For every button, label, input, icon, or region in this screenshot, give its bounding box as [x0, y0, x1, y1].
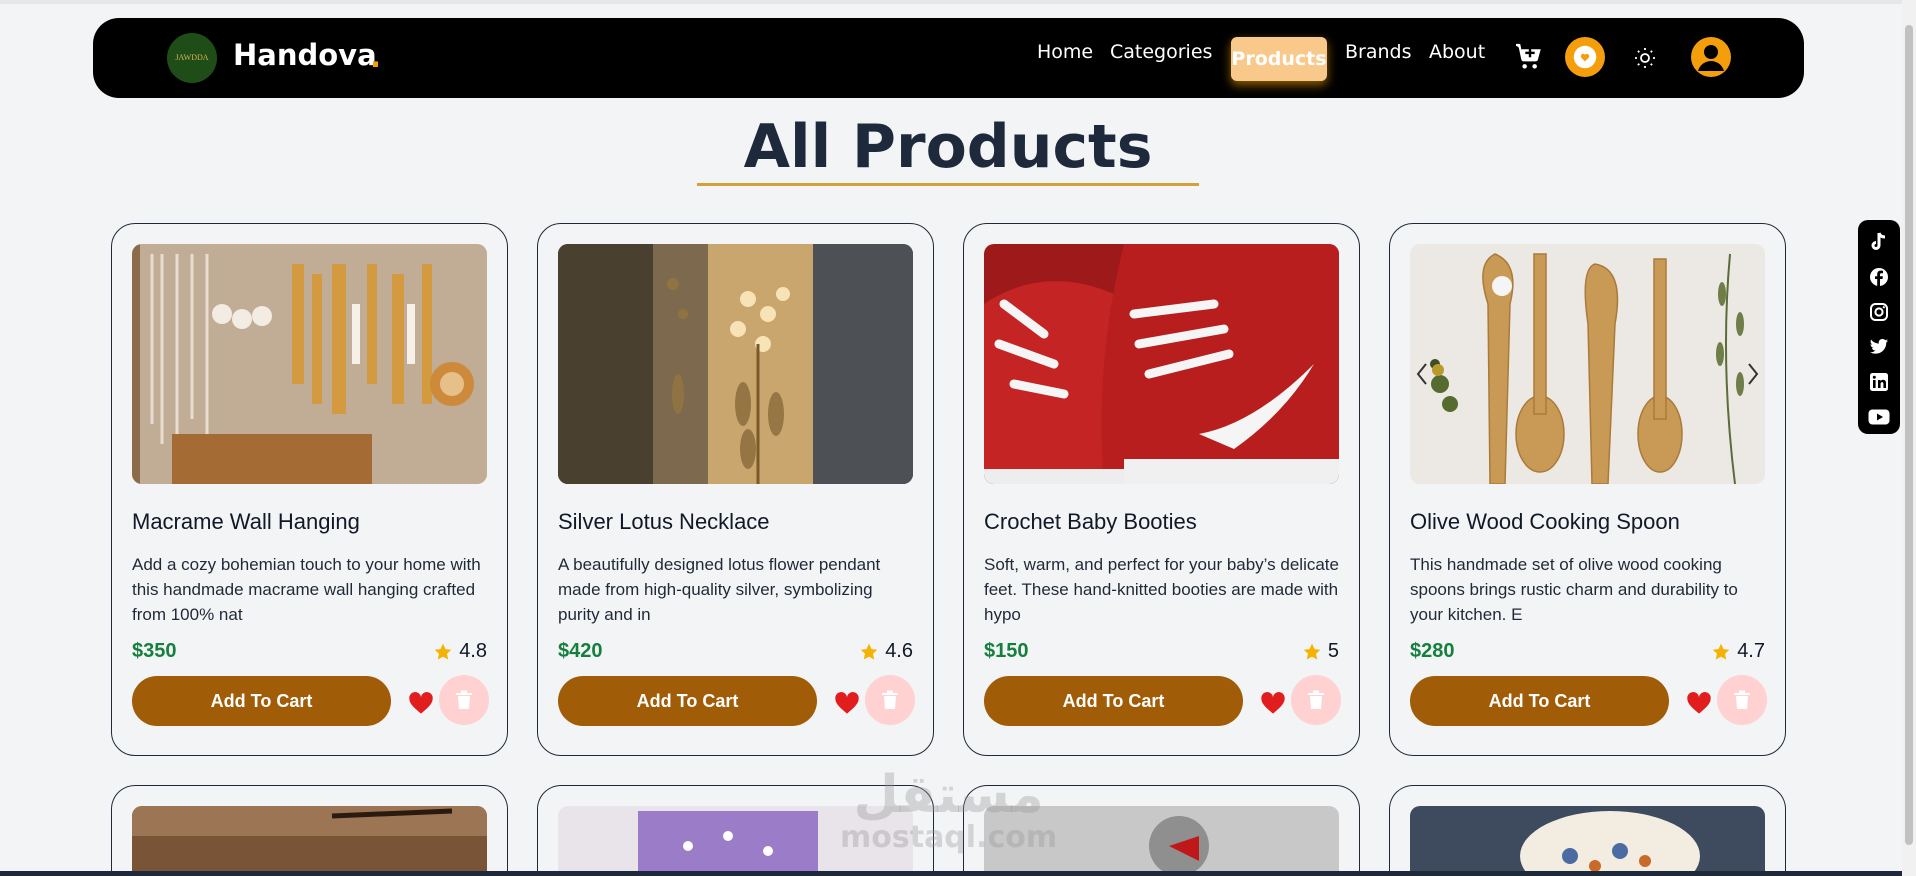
- product-description: This handmade set of olive wood cooking …: [1410, 555, 1738, 624]
- product-image[interactable]: [558, 244, 913, 484]
- product-price: $150: [984, 640, 1029, 662]
- rating-value: 4.8: [459, 640, 487, 662]
- product-description: Soft, warm, and perfect for your baby’s …: [984, 555, 1339, 624]
- heart-icon[interactable]: [1259, 689, 1287, 715]
- product-description: A beautifully designed lotus flower pend…: [558, 555, 881, 624]
- title-underline: [697, 183, 1199, 186]
- cart-icon[interactable]: [1511, 40, 1545, 74]
- chat-icon[interactable]: [1565, 37, 1605, 77]
- trash-icon[interactable]: [1291, 675, 1341, 725]
- star-icon: [434, 643, 452, 660]
- product-card: Silver Lotus Necklace A beautifully desi…: [537, 223, 934, 756]
- linkedin-icon[interactable]: [1868, 370, 1890, 393]
- twitter-icon[interactable]: [1868, 335, 1890, 358]
- product-image[interactable]: [132, 244, 487, 484]
- product-description: Add a cozy bohemian touch to your home w…: [132, 555, 481, 624]
- heart-icon[interactable]: [407, 689, 435, 715]
- navbar: JAWDDA Handova . Home Categories Product…: [93, 18, 1804, 98]
- add-to-cart-button[interactable]: Add To Cart: [558, 676, 817, 726]
- brand-dot: .: [370, 40, 382, 74]
- product-rating: 4.7: [1711, 640, 1765, 663]
- user-avatar-icon[interactable]: [1691, 37, 1731, 77]
- product-image[interactable]: [132, 806, 487, 876]
- theme-toggle-icon[interactable]: [1630, 43, 1660, 73]
- add-to-cart-button[interactable]: Add To Cart: [984, 676, 1243, 726]
- product-price: $350: [132, 640, 177, 662]
- product-title[interactable]: Macrame Wall Hanging: [132, 509, 360, 535]
- rating-value: 5: [1327, 640, 1339, 662]
- product-rating: 5: [1302, 640, 1339, 663]
- product-title[interactable]: Crochet Baby Booties: [984, 509, 1197, 535]
- nav-products[interactable]: Products: [1231, 37, 1327, 81]
- heart-icon[interactable]: [1685, 689, 1713, 715]
- scrollbar[interactable]: [1902, 0, 1916, 876]
- youtube-icon[interactable]: [1868, 405, 1890, 428]
- star-icon: [1303, 643, 1321, 660]
- trash-icon[interactable]: [439, 675, 489, 725]
- page-title: All Products: [743, 112, 1153, 182]
- watermark-arabic: مستقل: [853, 765, 1044, 825]
- nav-brands[interactable]: Brands: [1345, 41, 1412, 63]
- product-card: Crochet Baby Booties Soft, warm, and per…: [963, 223, 1360, 756]
- heart-icon[interactable]: [833, 689, 861, 715]
- star-icon: [1712, 643, 1730, 660]
- product-card: [1389, 785, 1786, 876]
- product-title[interactable]: Silver Lotus Necklace: [558, 509, 770, 535]
- tiktok-icon[interactable]: [1868, 230, 1890, 253]
- nav-about[interactable]: About: [1429, 41, 1485, 63]
- watermark-url: mostaql.com: [840, 820, 1058, 855]
- add-to-cart-button[interactable]: Add To Cart: [132, 676, 391, 726]
- add-to-cart-button[interactable]: Add To Cart: [1410, 676, 1669, 726]
- product-image[interactable]: [1410, 806, 1765, 876]
- bottom-bar: [0, 871, 1902, 876]
- trash-icon[interactable]: [1717, 675, 1767, 725]
- brand-name[interactable]: Handova: [233, 38, 377, 72]
- product-rating: 4.6: [859, 640, 913, 663]
- product-title[interactable]: Olive Wood Cooking Spoon: [1410, 509, 1680, 535]
- scrollbar-thumb[interactable]: [1905, 25, 1913, 845]
- product-card: [111, 785, 508, 876]
- product-price: $420: [558, 640, 603, 662]
- logo[interactable]: JAWDDA: [167, 33, 217, 83]
- rating-value: 4.7: [1737, 640, 1765, 662]
- product-card: Olive Wood Cooking Spoon This handmade s…: [1389, 223, 1786, 756]
- nav-home[interactable]: Home: [1037, 41, 1093, 63]
- social-sidebar: [1858, 220, 1900, 434]
- product-card: Macrame Wall Hanging Add a cozy bohemian…: [111, 223, 508, 756]
- star-icon: [860, 643, 878, 660]
- product-price: $280: [1410, 640, 1455, 662]
- facebook-icon[interactable]: [1868, 265, 1890, 288]
- product-image[interactable]: [984, 244, 1339, 484]
- watermark: مستقل mostaql.com: [840, 765, 1058, 856]
- product-rating: 4.8: [433, 640, 487, 663]
- product-image[interactable]: [1410, 244, 1765, 484]
- top-border: [0, 0, 1916, 4]
- instagram-icon[interactable]: [1868, 300, 1890, 323]
- nav-categories[interactable]: Categories: [1110, 41, 1212, 63]
- trash-icon[interactable]: [865, 675, 915, 725]
- rating-value: 4.6: [885, 640, 913, 662]
